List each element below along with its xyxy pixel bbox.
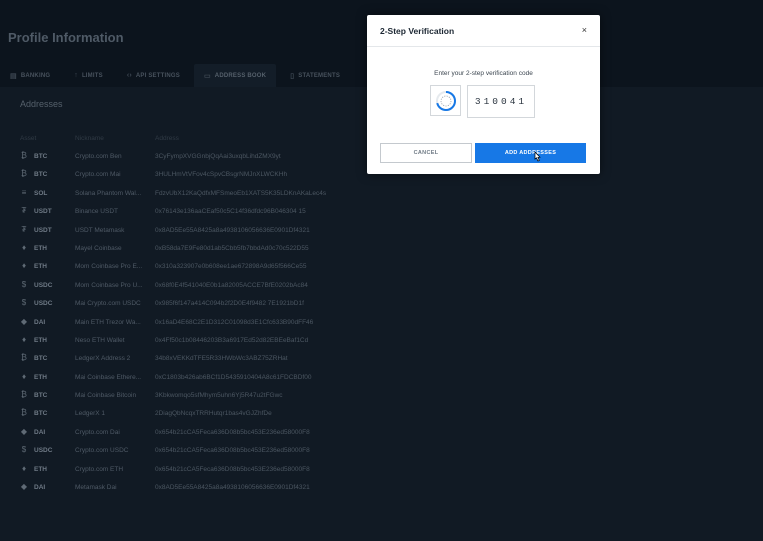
two-step-verification-modal: 2-Step Verification × Enter your 2-step …	[367, 15, 600, 174]
cancel-button[interactable]: CANCEL	[380, 143, 472, 163]
close-icon[interactable]: ×	[582, 25, 587, 35]
mouse-cursor-icon	[534, 151, 541, 162]
verification-prompt: Enter your 2-step verification code	[434, 70, 533, 77]
modal-header: 2-Step Verification ×	[367, 15, 600, 47]
code-row	[430, 85, 535, 118]
modal-title: 2-Step Verification	[380, 26, 455, 36]
loading-spinner-icon	[430, 85, 461, 116]
add-addresses-button[interactable]: ADD ADDRESSES	[475, 143, 586, 163]
verification-code-input[interactable]	[467, 85, 535, 118]
